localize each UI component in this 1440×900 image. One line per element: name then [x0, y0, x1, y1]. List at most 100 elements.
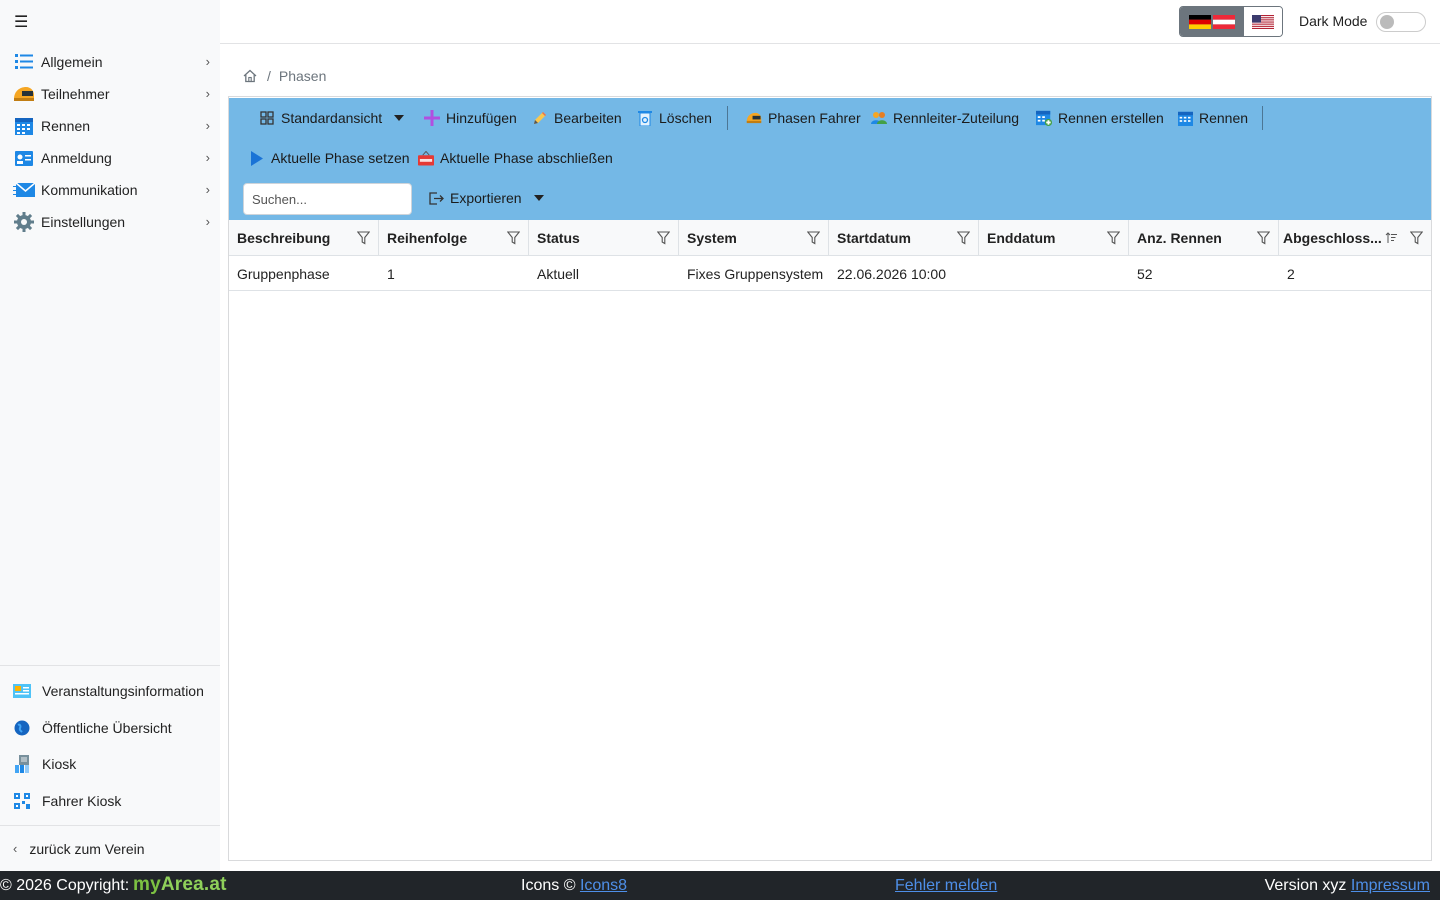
sidebar-item-anmeldung[interactable]: Anmeldung ›: [0, 142, 220, 174]
column-header-label: Startdatum: [837, 230, 911, 246]
set-current-phase-button[interactable]: Aktuelle Phase setzen: [249, 144, 410, 172]
link-kiosk[interactable]: Kiosk: [0, 746, 220, 783]
usa-flag-icon: [1252, 14, 1274, 29]
filter-icon[interactable]: [507, 231, 520, 245]
back-label: zurück zum Verein: [29, 840, 145, 857]
home-icon[interactable]: [243, 69, 257, 83]
filter-icon[interactable]: [957, 231, 970, 245]
filter-icon[interactable]: [807, 231, 820, 245]
export-button[interactable]: Exportieren: [428, 184, 544, 212]
link-oeffentliche-uebersicht[interactable]: Öffentliche Übersicht: [0, 710, 220, 747]
people-icon: [871, 110, 887, 126]
table-row[interactable]: Gruppenphase 1 Aktuell Fixes Gruppensyst…: [229, 256, 1431, 291]
view-selector-label: Standardansicht: [281, 110, 383, 126]
chevron-right-icon: ›: [205, 150, 210, 165]
view-selector-button[interactable]: Standardansicht: [259, 104, 405, 132]
sidebar-item-label: Einstellungen: [41, 214, 126, 230]
filter-icon[interactable]: [1107, 231, 1120, 245]
export-label: Exportieren: [450, 190, 522, 206]
brand-logo[interactable]: myArea.at: [133, 874, 227, 896]
breadcrumb: / Phasen: [243, 67, 326, 85]
column-header-reihenfolge[interactable]: Reihenfolge: [379, 220, 529, 256]
table-cell: 1: [387, 265, 395, 282]
toolbar-divider: [727, 106, 728, 130]
caret-down-icon: [394, 115, 405, 121]
sidebar-item-kommunikation[interactable]: Kommunikation ›: [0, 174, 220, 206]
sidebar-nav: Allgemein › Teilnehmer › Rennen › Anmeld…: [0, 46, 220, 238]
column-header-system[interactable]: System: [679, 220, 829, 256]
calendar-plus-icon: [1036, 110, 1052, 126]
table-cell: Fixes Gruppensystem: [687, 265, 824, 282]
footer: © 2026 Copyright: myArea.at Icons © Icon…: [0, 871, 1440, 900]
globe-icon: [12, 718, 32, 738]
report-bug-link[interactable]: Fehler melden: [895, 877, 997, 895]
back-to-club-link[interactable]: ‹ zurück zum Verein: [0, 825, 220, 871]
column-header-anz-rennen[interactable]: Anz. Rennen: [1129, 220, 1279, 256]
kiosk-icon: [12, 754, 32, 774]
bottom-item-label: Kiosk: [42, 756, 77, 773]
export-icon: [428, 190, 444, 206]
sort-icon[interactable]: [1385, 232, 1397, 244]
column-header-beschreibung[interactable]: Beschreibung: [229, 220, 379, 256]
sidebar-item-label: Anmeldung: [41, 150, 112, 166]
filter-icon[interactable]: [1257, 231, 1270, 245]
bottom-item-label: Öffentliche Übersicht: [42, 719, 172, 736]
language-switcher: [1179, 6, 1283, 37]
grid-view-icon: [259, 110, 275, 126]
add-label: Hinzufügen: [446, 110, 517, 126]
breadcrumb-separator: /: [267, 68, 271, 84]
sidebar-bottom-links: Veranstaltungsinformation Öffentliche Üb…: [0, 665, 220, 819]
toolbar-divider: [1262, 106, 1263, 130]
chevron-right-icon: ›: [205, 54, 210, 69]
create-races-button[interactable]: Rennen erstellen: [1036, 104, 1164, 132]
id-card-icon: [13, 148, 35, 168]
filter-icon[interactable]: [357, 231, 370, 245]
race-director-label: Rennleiter-Zuteilung: [893, 110, 1020, 126]
copyright-text: © 2026 Copyright:: [0, 877, 130, 894]
brand-rest: Area.at: [160, 874, 227, 895]
dark-mode-toggle[interactable]: [1376, 12, 1426, 32]
austria-flag-icon: [1213, 14, 1235, 29]
edit-button[interactable]: Bearbeiten: [532, 104, 622, 132]
column-header-status[interactable]: Status: [529, 220, 679, 256]
phase-drivers-button[interactable]: Phasen Fahrer: [746, 104, 861, 132]
column-header-label: Beschreibung: [237, 230, 331, 246]
caret-down-icon: [533, 195, 544, 201]
sidebar-item-allgemein[interactable]: Allgemein ›: [0, 46, 220, 78]
language-de-at-button[interactable]: [1180, 7, 1244, 36]
table-cell: [979, 256, 1129, 291]
plus-icon: [424, 110, 440, 126]
calendar-icon: [13, 116, 35, 136]
top-bar: Dark Mode: [220, 0, 1440, 44]
race-director-assignment-button[interactable]: Rennleiter-Zuteilung: [871, 104, 1019, 132]
sidebar-item-einstellungen[interactable]: Einstellungen ›: [0, 206, 220, 238]
column-header-label: System: [687, 230, 737, 246]
filter-icon[interactable]: [1410, 231, 1423, 245]
hamburger-icon[interactable]: ☰: [14, 12, 28, 32]
table-header: Beschreibung Reihenfolge Status System S…: [229, 220, 1431, 256]
set-current-phase-label: Aktuelle Phase setzen: [271, 150, 410, 166]
column-header-abgeschlossen[interactable]: Abgeschloss...: [1279, 220, 1431, 256]
races-button[interactable]: Rennen: [1177, 104, 1248, 132]
icons8-link[interactable]: Icons8: [580, 877, 627, 894]
language-en-us-button[interactable]: [1244, 7, 1282, 36]
sidebar-item-rennen[interactable]: Rennen ›: [0, 110, 220, 142]
sidebar-item-teilnehmer[interactable]: Teilnehmer ›: [0, 78, 220, 110]
filter-icon[interactable]: [657, 231, 670, 245]
breadcrumb-current: Phasen: [278, 68, 327, 84]
pencil-icon: [532, 110, 548, 126]
column-header-enddatum[interactable]: Enddatum: [979, 220, 1129, 256]
column-header-startdatum[interactable]: Startdatum: [829, 220, 979, 256]
link-veranstaltungsinformation[interactable]: Veranstaltungsinformation: [0, 673, 220, 710]
delete-button[interactable]: Löschen: [637, 104, 712, 132]
sidebar-item-label: Allgemein: [41, 54, 103, 70]
impressum-link[interactable]: Impressum: [1351, 877, 1430, 894]
add-button[interactable]: Hinzufügen: [424, 104, 517, 132]
sidebar: ☰ Allgemein › Teilnehmer › Rennen › Anme…: [0, 0, 220, 871]
search-input[interactable]: [243, 183, 412, 215]
bottom-item-label: Fahrer Kiosk: [42, 793, 122, 810]
sidebar-item-label: Rennen: [41, 118, 91, 134]
close-current-phase-button[interactable]: Aktuelle Phase abschließen: [418, 144, 613, 172]
delete-label: Löschen: [659, 110, 712, 126]
link-fahrer-kiosk[interactable]: Fahrer Kiosk: [0, 783, 220, 820]
